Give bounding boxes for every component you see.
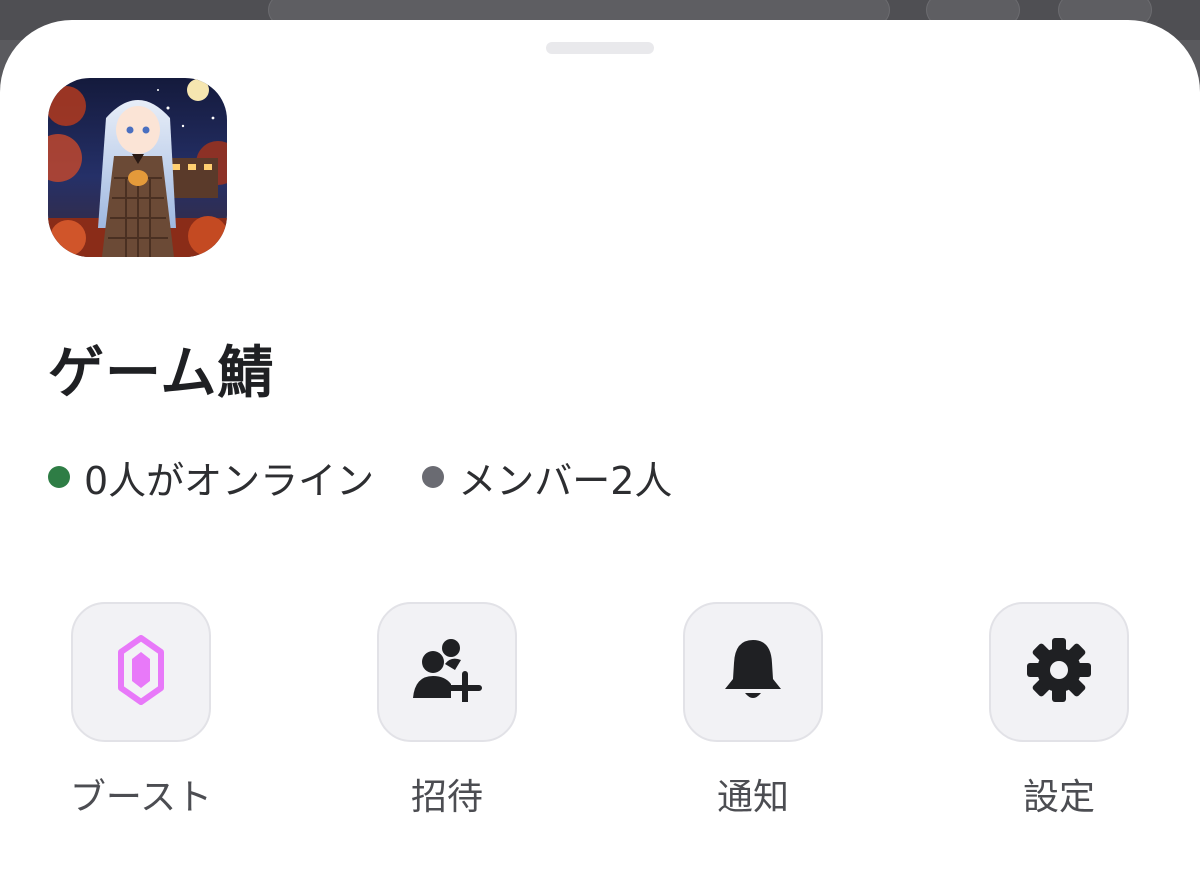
sheet-drag-handle[interactable] [546, 42, 654, 54]
notifications-button[interactable] [683, 602, 823, 742]
invite-person-add-icon [411, 638, 483, 706]
settings-action[interactable]: 設定 [959, 602, 1159, 820]
boost-action[interactable]: ブースト [41, 602, 241, 820]
settings-label: 設定 [1022, 777, 1095, 818]
invite-label: 招待 [410, 777, 483, 818]
boost-gem-icon [117, 635, 165, 709]
online-status-dot [48, 466, 70, 488]
bell-icon [723, 637, 783, 707]
invite-action[interactable]: 招待 [347, 602, 547, 820]
boost-label: ブースト [69, 777, 213, 818]
gear-icon [1025, 636, 1093, 708]
member-status-dot [422, 466, 445, 488]
notifications-action[interactable]: 通知 [653, 602, 853, 820]
notifications-label: 通知 [716, 777, 789, 818]
server-name: ゲーム鯖 [48, 341, 275, 406]
online-count: 0人がオンライン [48, 450, 374, 505]
member-count-text: メンバー2人 [458, 458, 673, 503]
server-icon-image[interactable] [48, 78, 227, 257]
member-count: メンバー2人 [422, 450, 672, 505]
server-bottom-sheet: ゲーム鯖 0人がオンライン メンバー2人 ブースト 招待 通知 設定 [0, 20, 1200, 874]
settings-button[interactable] [989, 602, 1129, 742]
server-stats: 0人がオンライン メンバー2人 [48, 450, 672, 504]
online-count-text: 0人がオンライン [84, 458, 375, 503]
boost-button[interactable] [71, 602, 211, 742]
invite-button[interactable] [377, 602, 517, 742]
